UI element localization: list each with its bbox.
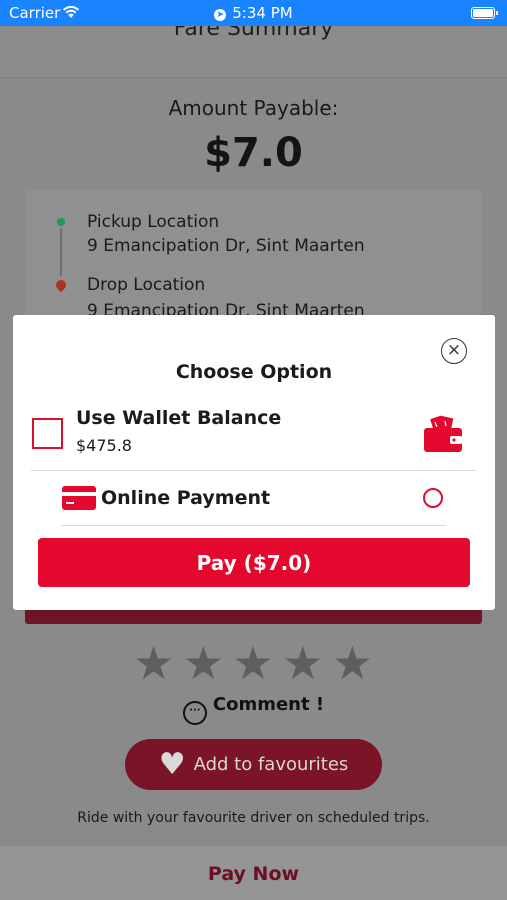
pay-now-button[interactable]: Pay Now <box>0 845 507 900</box>
pickup-title: Pickup Location <box>87 212 220 232</box>
battery-icon <box>471 7 498 19</box>
amount-payable-value: $7.0 <box>204 130 303 176</box>
pickup-dot-icon <box>57 218 65 226</box>
star-icon[interactable]: ★ <box>282 640 323 686</box>
chat-bubble-icon: ··· <box>182 701 207 725</box>
wallet-balance: $475.8 <box>76 436 132 455</box>
online-payment-label[interactable]: Online Payment <box>101 487 270 509</box>
credit-card-icon <box>62 486 96 510</box>
route-line <box>60 228 62 276</box>
pickup-address: 9 Emancipation Dr, Sint Maarten <box>87 236 365 256</box>
star-icon[interactable]: ★ <box>232 640 273 686</box>
wallet-icon <box>424 415 462 452</box>
amount-payable-label: Amount Payable: <box>168 96 339 120</box>
choose-option-dialog: × Choose Option Use Wallet Balance $475.… <box>13 315 495 610</box>
online-payment-radio[interactable] <box>423 488 443 508</box>
wallet-checkbox[interactable] <box>32 418 63 449</box>
favourites-note: Ride with your favourite driver on sched… <box>77 810 430 826</box>
star-icon[interactable]: ★ <box>133 640 174 686</box>
divider <box>61 525 446 526</box>
drop-title: Drop Location <box>87 275 206 295</box>
divider <box>31 470 476 471</box>
star-icon[interactable]: ★ <box>183 640 224 686</box>
star-icon[interactable]: ★ <box>332 640 373 686</box>
dialog-title: Choose Option <box>175 361 333 383</box>
wallet-option-label[interactable]: Use Wallet Balance <box>76 407 281 429</box>
add-to-favourites-button[interactable]: ♥ Add to favourites <box>125 739 382 790</box>
location-arrow-icon: ➤ <box>214 9 227 21</box>
comment-label: Comment ! <box>212 694 325 715</box>
comment-button[interactable]: ··· Comment ! <box>0 694 507 725</box>
pay-button[interactable]: Pay ($7.0) <box>38 538 470 587</box>
add-to-favourites-label: Add to favourites <box>193 754 349 775</box>
clock-time: 5:34 PM <box>232 4 293 22</box>
heart-icon: ♥ <box>158 746 186 782</box>
pay-now-label: Pay Now <box>207 863 300 885</box>
status-bar: Carrier ➤ 5:34 PM <box>0 0 507 26</box>
rating-stars[interactable]: ★ ★ ★ ★ ★ <box>133 640 373 686</box>
